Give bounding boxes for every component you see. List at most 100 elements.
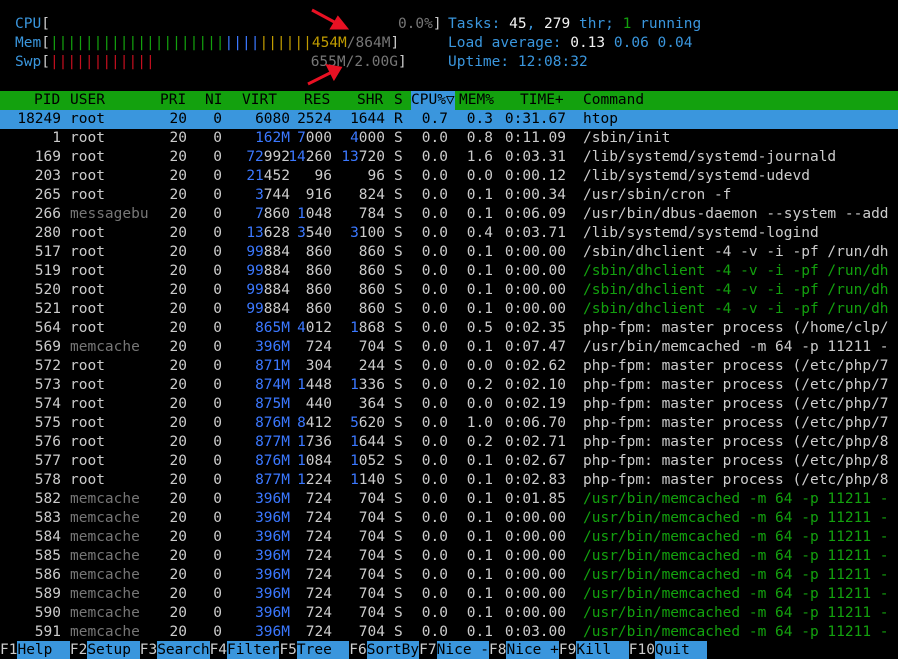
fkey-f7[interactable]: F7Nice - <box>419 641 490 659</box>
num-high-digits: 13 <box>246 225 264 241</box>
cpu-cell: 0.0 <box>421 529 448 545</box>
table-row[interactable]: 572 root 20 0 871M 304 244 S 0.0 0.0 0:02.62 php-fp… <box>0 357 898 376</box>
table-row[interactable]: 280 root 20 0 13628 3540 3100 S 0.0 0.4 0:03.71/li… <box>0 224 898 243</box>
shr-cell: 704 <box>358 605 385 621</box>
mem-cell: 1.0 <box>466 415 493 431</box>
col-command[interactable]: Command <box>583 91 644 110</box>
virt-cell: 72992 <box>246 149 290 165</box>
table-row[interactable]: 591 memcache 20 0 396M 724 704 S 0.0 0.1 0:03.00/u… <box>0 623 898 642</box>
num-high-digits: 7 <box>255 206 264 222</box>
table-row[interactable]: 585 memcache 20 0 396M 724 704 S 0.0 0.1 0:00.00/u… <box>0 547 898 566</box>
tasks-label: Tasks: <box>448 16 510 32</box>
table-row[interactable]: 578 root 20 0 877M 1224 1140 S 0.0 0.1 0:02.83 php-… <box>0 471 898 490</box>
fkey-f5[interactable]: F5Tree <box>279 641 350 659</box>
col-ni[interactable]: NI <box>205 91 222 110</box>
mem-cell: 0.1 <box>466 453 493 469</box>
header-meters: CPU[0.0%] Mem[||||||||||||||||||||||||||… <box>0 0 898 92</box>
cpu-cell: 0.0 <box>421 282 448 298</box>
fkey-label: Filter <box>227 641 280 659</box>
table-row[interactable]: 1 root 20 0 162M 7000 4000 S 0.0 0.8 0:11.09/sbin/… <box>0 129 898 148</box>
virt-cell: 21452 <box>246 168 290 184</box>
col-shr[interactable]: SHR <box>357 91 383 110</box>
table-row[interactable]: 169 root 20 0 72992 14260 13720 S 0.0 1.6 0:03.31 /… <box>0 148 898 167</box>
fkey-f6[interactable]: F6SortBy <box>349 641 420 659</box>
table-row[interactable]: 521 root 20 0 99884 860 860 S 0.0 0.1 0:00.00/sbin… <box>0 300 898 319</box>
table-row[interactable]: 265 root 20 0 3744 916 824 S 0.0 0.1 0:00.34/usr/s… <box>0 186 898 205</box>
table-row[interactable]: 586 memcache 20 0 396M 724 704 S 0.0 0.1 0:00.00/u… <box>0 566 898 585</box>
table-row[interactable]: 590 memcache 20 0 396M 724 704 S 0.0 0.1 0:00.00/u… <box>0 604 898 623</box>
num-high-digits: 99 <box>246 301 264 317</box>
col-pid[interactable]: PID <box>34 91 60 110</box>
ni-cell: 0 <box>213 339 222 355</box>
mem-cell: 0.1 <box>466 339 493 355</box>
res-cell: 860 <box>305 263 332 279</box>
pid-cell: 517 <box>34 244 61 260</box>
table-row[interactable]: 266 messagebu 20 0 7860 1048 784 S 0.0 0.1 0:06.09… <box>0 205 898 224</box>
res-cell: 1084 <box>297 453 332 469</box>
fkey-f4[interactable]: F4Filter <box>209 641 280 659</box>
command-cell: /sbin/dhclient -4 -v -i -pf /run/dh <box>583 263 889 279</box>
col-mem[interactable]: MEM% <box>459 91 494 110</box>
col-cpu[interactable]: CPU%▽ <box>411 91 455 110</box>
fkey-f3[interactable]: F3Search <box>139 641 210 659</box>
fkey-label: Nice - <box>436 641 490 659</box>
table-row[interactable]: 582 memcache 20 0 396M 724 704 S 0.0 0.1 0:01.85/u… <box>0 490 898 509</box>
cpu-cell: 0.0 <box>421 548 448 564</box>
res-cell: 860 <box>305 244 332 260</box>
fkey-f1[interactable]: F1Help <box>0 641 70 659</box>
table-row[interactable]: 517 root 20 0 99884 860 860 S 0.0 0.1 0:00.00/sbin… <box>0 243 898 262</box>
pri-cell: 20 <box>169 548 187 564</box>
table-row[interactable]: 584 memcache 20 0 396M 724 704 S 0.0 0.1 0:00.00/u… <box>0 528 898 547</box>
mem-cell: 0.0 <box>466 396 493 412</box>
cpu-cell: 0.0 <box>421 453 448 469</box>
table-row[interactable]: 18249 root 20 0 6080 2524 1644 R 0.7 0.3 0:31.67 ht… <box>0 110 898 129</box>
fkey-label: Tree <box>296 641 350 659</box>
state-cell: S <box>394 567 403 583</box>
num-high-digits: 396M <box>255 586 290 602</box>
pri-cell: 20 <box>169 567 187 583</box>
state-cell: S <box>394 168 403 184</box>
num-high-digits: 3 <box>255 187 264 203</box>
user-cell: memcache <box>70 491 140 507</box>
table-row[interactable]: 573 root 20 0 874M 1448 1336 S 0.0 0.2 0:02.10 php-… <box>0 376 898 395</box>
fkey-f2[interactable]: F2Setup <box>69 641 140 659</box>
command-cell: /sbin/dhclient -4 -v -i -pf /run/dh <box>583 244 889 260</box>
state-cell: S <box>394 624 403 640</box>
cpu-cell: 0.0 <box>421 149 448 165</box>
col-state[interactable]: S <box>394 91 403 110</box>
col-res[interactable]: RES <box>304 91 330 110</box>
table-row[interactable]: 575 root 20 0 876M 8412 5620 S 0.0 1.0 0:06.70 php-… <box>0 414 898 433</box>
command-cell: php-fpm: master process (/etc/php/8 <box>583 434 889 450</box>
time-cell: 0:00.00 <box>504 510 566 526</box>
res-cell: 7000 <box>297 130 332 146</box>
virt-cell: 876M <box>255 414 290 433</box>
fkey-f9[interactable]: F9Kill <box>558 641 629 659</box>
pri-cell: 20 <box>169 491 187 507</box>
fkey-f8[interactable]: F8Nice + <box>489 641 559 659</box>
cpu-cell: 0.0 <box>421 206 448 222</box>
fkey-f10[interactable]: F10Quit <box>628 641 708 659</box>
cpu-cell: 0.0 <box>421 624 448 640</box>
user-cell: memcache <box>70 567 140 583</box>
table-row[interactable]: 576 root 20 0 877M 1736 1644 S 0.0 0.2 0:02.71 php-… <box>0 433 898 452</box>
col-time[interactable]: TIME+ <box>520 91 564 110</box>
pid-cell: 584 <box>34 529 61 545</box>
table-row[interactable]: 583 memcache 20 0 396M 724 704 S 0.0 0.1 0:00.00/u… <box>0 509 898 528</box>
table-row[interactable]: 564 root 20 0 865M 4012 1868 S 0.0 0.5 0:02.35 php-… <box>0 319 898 338</box>
table-row[interactable]: 577 root 20 0 876M 1084 1052 S 0.0 0.1 0:02.67 php-… <box>0 452 898 471</box>
table-row[interactable]: 520 root 20 0 99884 860 860 S 0.0 0.1 0:00.00/sbin… <box>0 281 898 300</box>
table-row[interactable]: 574 root 20 0 875M 440 364 S 0.0 0.0 0:02.19 php-fp… <box>0 395 898 414</box>
ni-cell: 0 <box>213 168 222 184</box>
col-virt[interactable]: VIRT <box>242 91 277 110</box>
col-pri[interactable]: PRI <box>160 91 186 110</box>
col-user[interactable]: USER <box>70 91 105 110</box>
virt-cell: 871M <box>255 357 290 376</box>
num-high-digits: 1 <box>350 434 359 450</box>
shr-cell: 704 <box>358 624 385 640</box>
table-row[interactable]: 589 memcache 20 0 396M 724 704 S 0.0 0.1 0:00.00/u… <box>0 585 898 604</box>
table-row[interactable]: 203 root 20 0 21452 96 96 S 0.0 0.0 0:00.12/lib/sy… <box>0 167 898 186</box>
table-row[interactable]: 519 root 20 0 99884 860 860 S 0.0 0.1 0:00.00/sbin… <box>0 262 898 281</box>
virt-cell: 13628 <box>246 225 290 241</box>
command-cell: php-fpm: master process (/home/clp/ <box>583 320 889 336</box>
table-row[interactable]: 569 memcache 20 0 396M 724 704 S 0.0 0.1 0:07.47/u… <box>0 338 898 357</box>
